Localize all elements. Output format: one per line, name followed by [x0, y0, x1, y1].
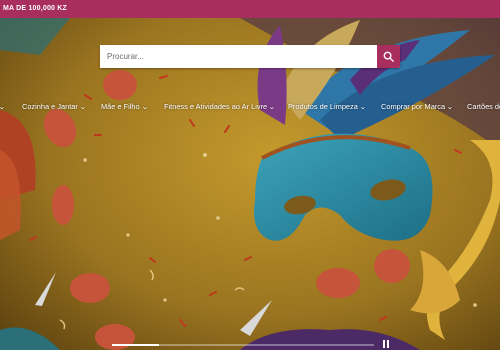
nav-item-label: Mãe e Filho: [101, 102, 140, 111]
chevron-down-icon: ⌄: [79, 104, 87, 111]
search-bar: [100, 45, 400, 68]
nav-item-fitness[interactable]: Fitness e Atividades ao Ar Livre⌄: [164, 101, 276, 114]
chevron-down-icon: ⌄: [141, 104, 149, 111]
carousel-controls: [0, 338, 500, 350]
nav-item-mae-filho[interactable]: Mãe e Filho⌄: [101, 101, 148, 114]
search-button[interactable]: [377, 45, 400, 68]
nav-item-label: Fitness e Atividades ao Ar Livre: [164, 102, 268, 111]
carousel-progress-track[interactable]: [112, 344, 374, 346]
nav-item-label: Produtos de Limpeza: [288, 102, 358, 111]
chevron-down-icon: ⌄: [446, 104, 454, 111]
category-nav: ⌄ Cozinha e Jantar⌄ Mãe e Filho⌄ Fitness…: [0, 101, 500, 113]
chevron-down-icon: ⌄: [0, 102, 5, 114]
promo-text: MA DE 100,000 KZ: [3, 5, 68, 12]
nav-item-label: Comprar por Marca: [381, 102, 446, 111]
nav-item-cartoes[interactable]: Cartões de: [467, 101, 500, 113]
search-icon: [383, 51, 394, 62]
nav-item-cozinha[interactable]: Cozinha e Jantar⌄: [22, 101, 86, 114]
nav-item-label: Cartões de: [467, 102, 500, 111]
nav-item-label: Cozinha e Jantar: [22, 102, 78, 111]
nav-item-marca[interactable]: Comprar por Marca⌄: [381, 101, 454, 114]
nav-partial-chevron[interactable]: ⌄: [0, 101, 5, 114]
pause-icon: [383, 340, 385, 348]
chevron-down-icon: ⌄: [268, 104, 276, 111]
pause-button[interactable]: [382, 339, 391, 349]
chevron-down-icon: ⌄: [359, 104, 367, 111]
search-input[interactable]: [100, 45, 377, 68]
carousel-progress-fill: [112, 344, 160, 346]
promo-topbar: MA DE 100,000 KZ: [0, 0, 500, 18]
nav-item-limpeza[interactable]: Produtos de Limpeza⌄: [288, 101, 366, 114]
